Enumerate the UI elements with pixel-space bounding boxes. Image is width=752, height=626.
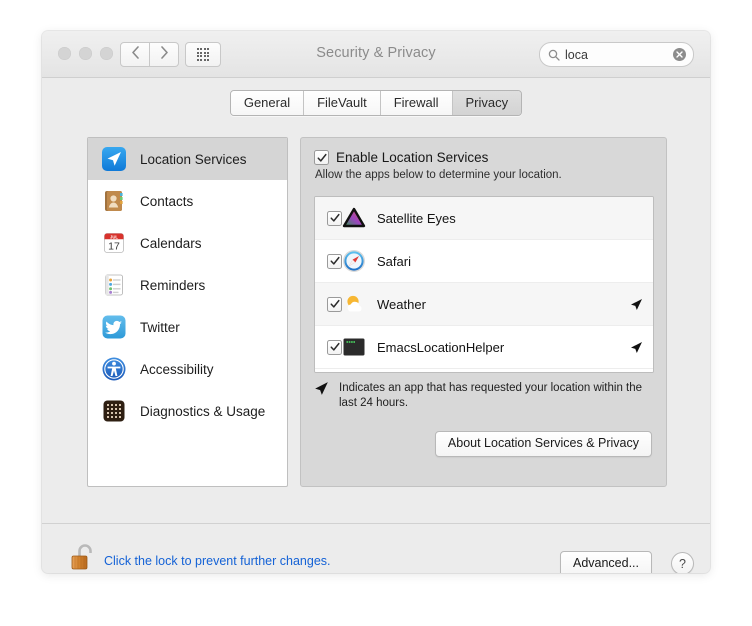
tab-group: General FileVault Firewall Privacy — [230, 90, 522, 116]
location-arrow-icon — [100, 146, 127, 173]
emacs-terminal-icon — [342, 335, 366, 359]
accessibility-icon — [100, 356, 127, 383]
sidebar-item-diagnostics-usage[interactable]: Diagnostics & Usage — [88, 390, 287, 432]
table-row[interactable]: Safari — [315, 240, 653, 283]
svg-text:17: 17 — [108, 241, 120, 253]
unlocked-padlock-icon — [70, 563, 100, 573]
search-field[interactable]: loca — [539, 42, 694, 67]
help-button-wrap: ? — [671, 552, 694, 573]
app-checkbox[interactable] — [327, 254, 342, 269]
footer-bar: Click the lock to prevent further change… — [42, 524, 710, 573]
enable-location-services-row[interactable]: Enable Location Services — [314, 150, 666, 165]
calendar-icon: JUL 17 — [100, 230, 127, 257]
enable-location-services-checkbox[interactable] — [314, 150, 329, 165]
clear-icon[interactable] — [673, 48, 686, 61]
recent-location-arrow-icon — [630, 298, 643, 311]
diagnostics-icon — [100, 398, 127, 425]
sidebar-item-label: Location Services — [140, 152, 247, 167]
window-titlebar: Security & Privacy loca — [42, 31, 710, 78]
satellite-eyes-icon — [342, 206, 366, 230]
sidebar-item-label: Contacts — [140, 194, 193, 209]
legend-text: Indicates an app that has requested your… — [339, 381, 654, 411]
lock-hint-text[interactable]: Click the lock to prevent further change… — [104, 554, 331, 568]
system-preferences-window: Security & Privacy loca General FileVaul… — [42, 31, 710, 573]
svg-text:JUL: JUL — [110, 234, 118, 239]
location-services-panel: Enable Location Services Allow the apps … — [300, 137, 667, 487]
table-row[interactable]: Weather — [315, 283, 653, 326]
app-checkbox[interactable] — [327, 211, 342, 226]
system-services-row: System Services Details... — [315, 369, 653, 373]
sidebar-item-twitter[interactable]: Twitter — [88, 306, 287, 348]
enable-location-services-label: Enable Location Services — [336, 150, 488, 165]
tab-general[interactable]: General — [231, 91, 304, 115]
recent-location-arrow-icon — [630, 341, 643, 354]
tab-firewall[interactable]: Firewall — [381, 91, 453, 115]
search-icon — [548, 49, 560, 61]
sidebar-item-label: Diagnostics & Usage — [140, 404, 265, 419]
screen: Security & Privacy loca General FileVaul… — [0, 0, 752, 626]
app-name: Safari — [377, 254, 643, 269]
location-arrow-indicator-icon — [314, 381, 329, 396]
sidebar-item-location-services[interactable]: Location Services — [88, 138, 287, 180]
app-name: Satellite Eyes — [377, 211, 643, 226]
table-row[interactable]: EmacsLocationHelper — [315, 326, 653, 369]
app-checkbox[interactable] — [327, 297, 342, 312]
about-button-wrap: About Location Services & Privacy — [435, 431, 652, 457]
about-location-services-privacy-button[interactable]: About Location Services & Privacy — [435, 431, 652, 457]
weather-sun-cloud-icon — [342, 292, 366, 316]
privacy-category-list[interactable]: Location Services — [87, 137, 288, 487]
sidebar-item-reminders[interactable]: Reminders — [88, 264, 287, 306]
app-permission-list[interactable]: Satellite Eyes — [314, 196, 654, 373]
help-button[interactable]: ? — [671, 552, 694, 573]
sidebar-item-label: Accessibility — [140, 362, 214, 377]
tab-privacy[interactable]: Privacy — [453, 91, 522, 115]
panel-subtitle: Allow the apps below to determine your l… — [315, 169, 666, 181]
tab-filevault[interactable]: FileVault — [304, 91, 381, 115]
contacts-book-icon — [100, 188, 127, 215]
sidebar-item-calendars[interactable]: JUL 17 Calendars — [88, 222, 287, 264]
sidebar-item-accessibility[interactable]: Accessibility — [88, 348, 287, 390]
legend: Indicates an app that has requested your… — [314, 381, 654, 411]
sidebar-item-contacts[interactable]: Contacts — [88, 180, 287, 222]
app-name: EmacsLocationHelper — [377, 340, 630, 355]
table-row[interactable]: Satellite Eyes — [315, 197, 653, 240]
sidebar-item-label: Twitter — [140, 320, 180, 335]
tab-bar: General FileVault Firewall Privacy — [42, 90, 710, 116]
lock-button[interactable] — [70, 540, 100, 573]
sidebar-item-label: Calendars — [140, 236, 202, 251]
advanced-button[interactable]: Advanced... — [560, 551, 652, 573]
privacy-pane: Location Services — [42, 119, 710, 573]
app-name: Weather — [377, 297, 630, 312]
search-input[interactable]: loca — [565, 48, 673, 62]
advanced-button-wrap: Advanced... — [560, 551, 652, 573]
sidebar-item-label: Reminders — [140, 278, 205, 293]
twitter-bird-icon — [100, 314, 127, 341]
reminders-list-icon — [100, 272, 127, 299]
app-checkbox[interactable] — [327, 340, 342, 355]
safari-compass-icon — [342, 249, 366, 273]
